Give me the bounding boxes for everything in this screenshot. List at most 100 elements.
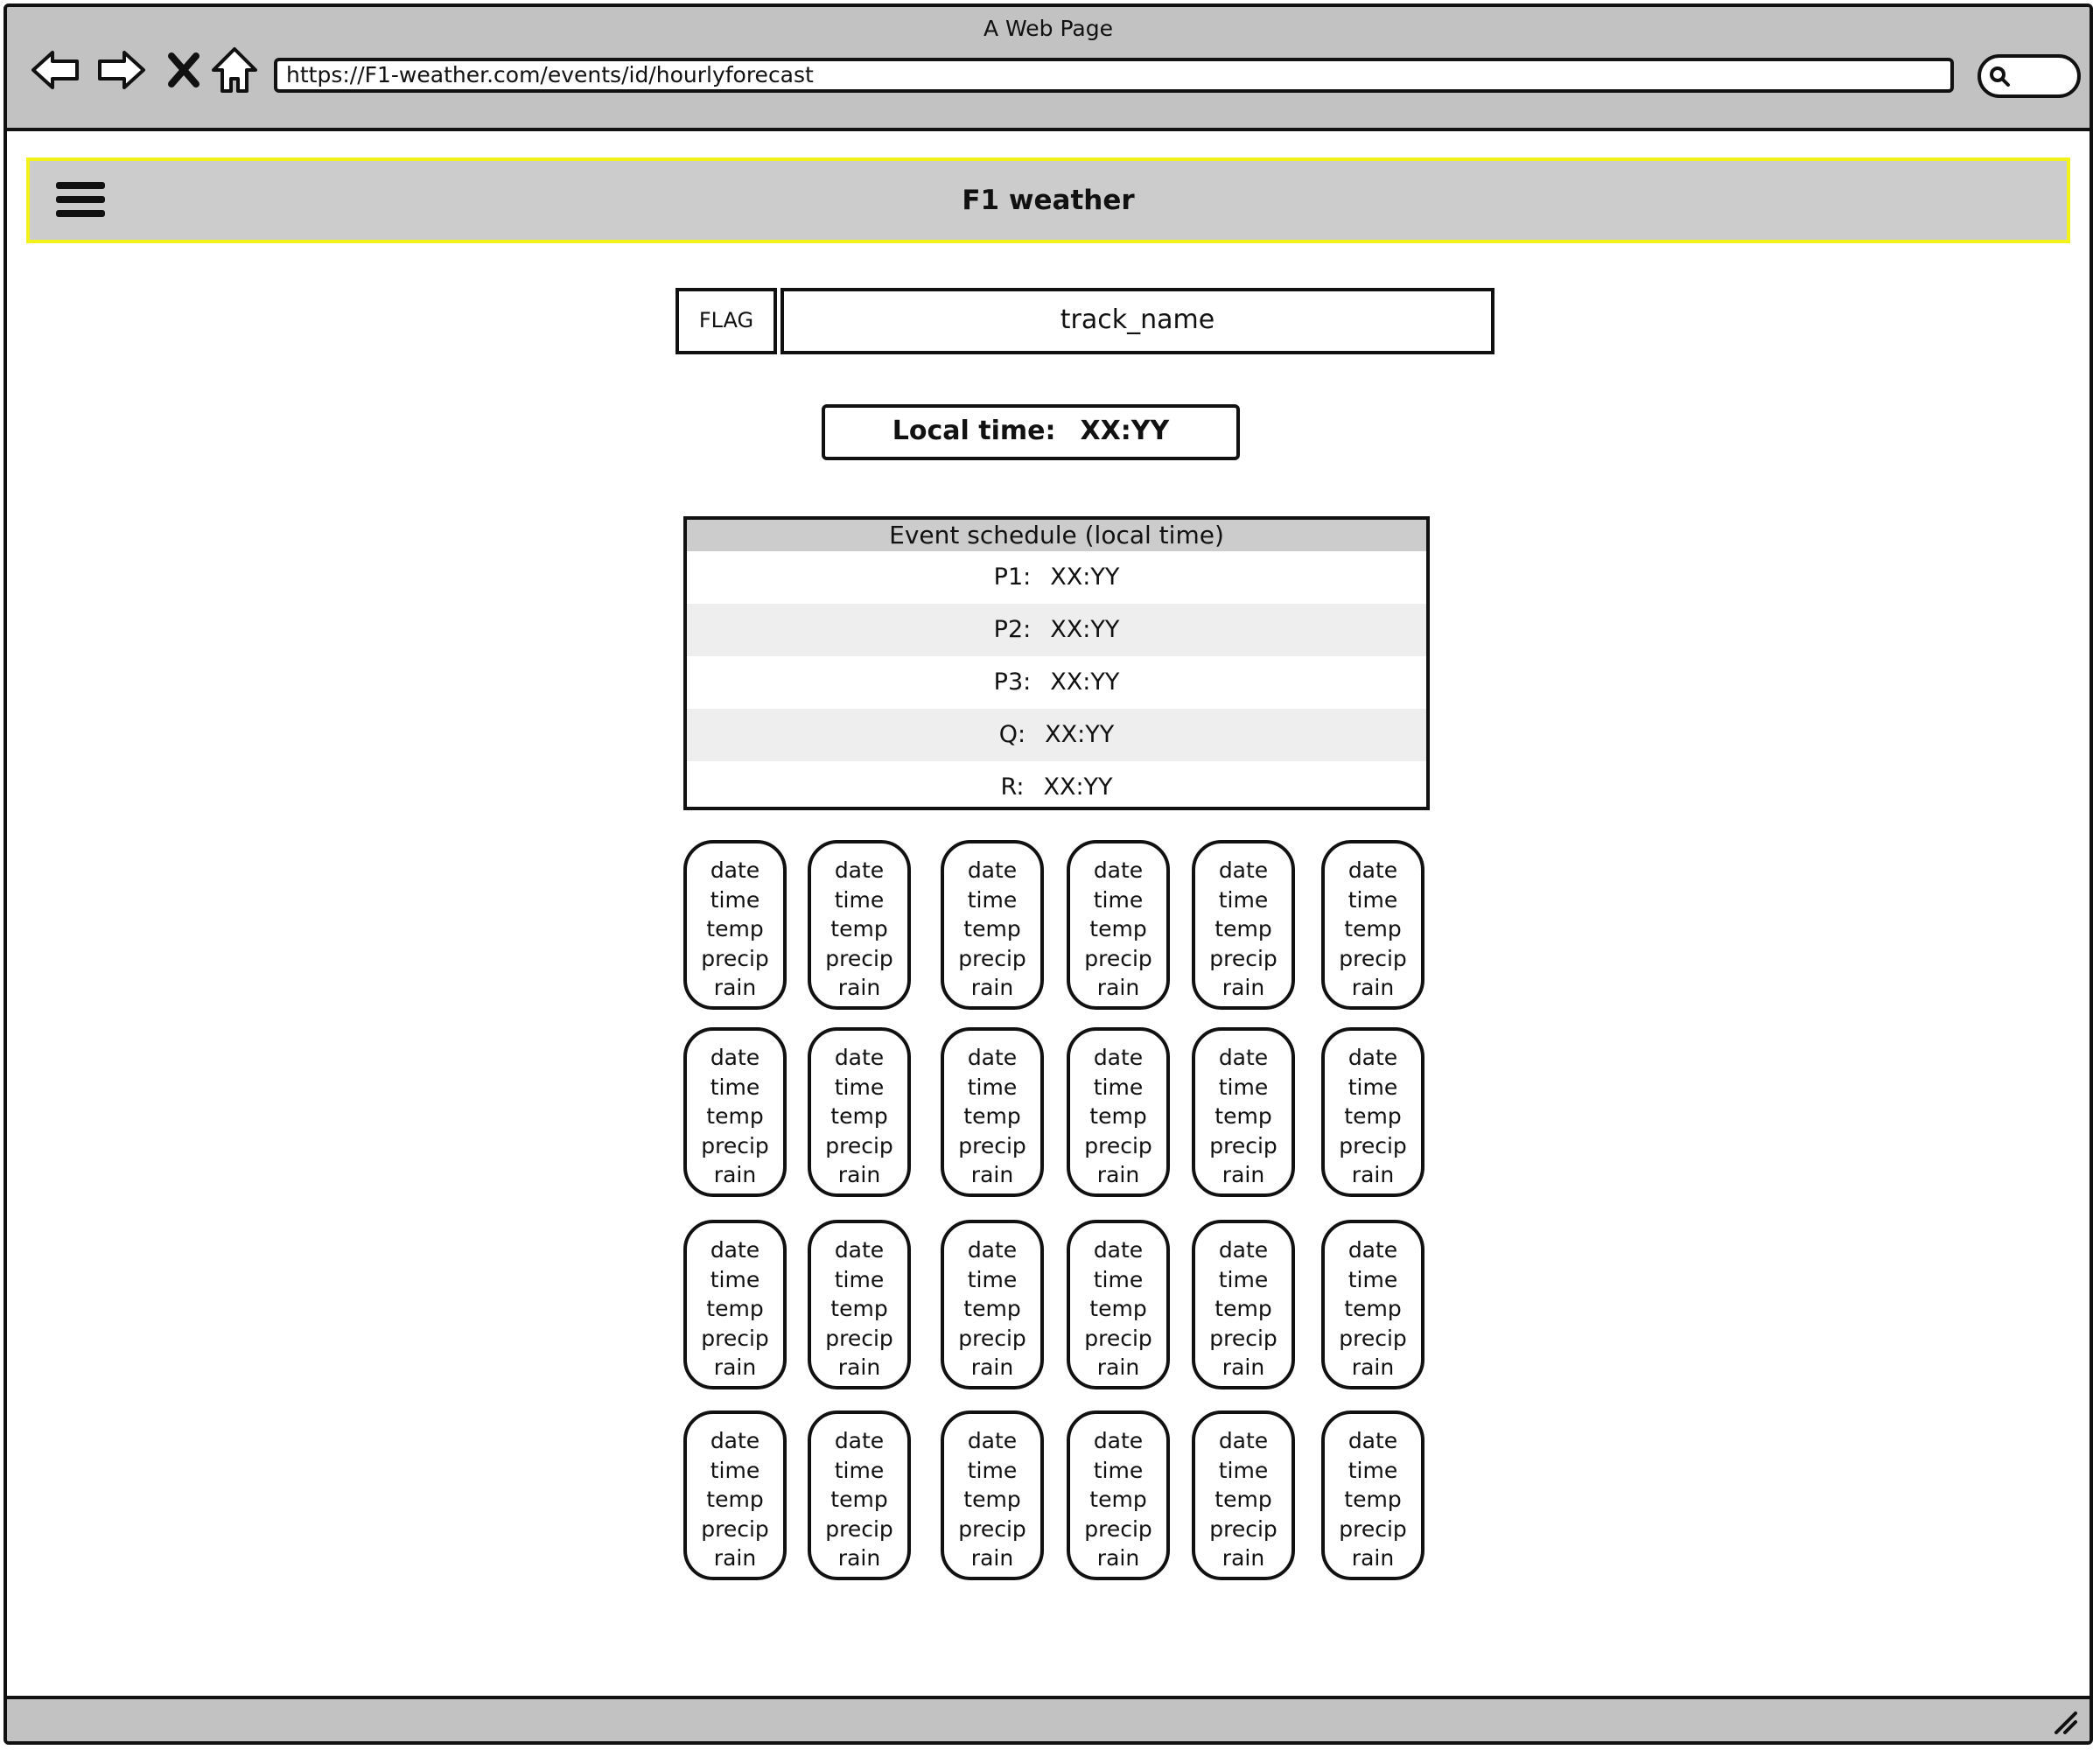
session-time: XX:YY [1043, 774, 1113, 801]
page-title: F1 weather [962, 185, 1135, 216]
forecast-card[interactable]: date time temp precip rain [1067, 1220, 1170, 1390]
forecast-field-rain: rain [837, 1162, 881, 1187]
forecast-field-date: date [967, 1428, 1018, 1453]
home-icon[interactable] [208, 44, 261, 96]
forecast-card[interactable]: date time temp precip rain [683, 840, 787, 1010]
search-icon [1990, 66, 2010, 87]
forecast-field-rain: rain [1222, 1354, 1265, 1380]
session-label: P3: [993, 668, 1032, 696]
forecast-field-time: time [710, 886, 760, 913]
forecast-field-precip: precip [825, 1132, 893, 1158]
back-arrow-icon[interactable] [30, 44, 82, 96]
forecast-field-time: time [1348, 1457, 1398, 1483]
forecast-card[interactable]: date time temp precip rain [1321, 1027, 1424, 1197]
forecast-card[interactable]: date time temp precip rain [808, 1027, 911, 1197]
session-label: P2: [993, 616, 1032, 643]
forecast-field-date: date [1218, 1237, 1269, 1263]
forecast-field-rain: rain [1222, 975, 1265, 1000]
forecast-field-time: time [834, 886, 885, 913]
forecast-card[interactable]: date time temp precip rain [941, 1410, 1044, 1580]
forecast-field-time: time [1093, 1074, 1144, 1100]
forecast-field-precip: precip [958, 1325, 1026, 1351]
forecast-field-temp: temp [1089, 916, 1147, 942]
forecast-field-date: date [1093, 1237, 1144, 1263]
forecast-field-time: time [710, 1266, 760, 1292]
forecast-field-time: time [710, 1074, 760, 1100]
forecast-card[interactable]: date time temp precip rain [1192, 840, 1295, 1010]
forecast-field-temp: temp [1214, 916, 1272, 942]
forecast-field-date: date [1218, 1428, 1269, 1453]
forecast-card[interactable]: date time temp precip rain [808, 1410, 911, 1580]
forecast-field-rain: rain [837, 975, 881, 1000]
forecast-field-temp: temp [1344, 1296, 1402, 1321]
forecast-field-temp: temp [1344, 1487, 1402, 1512]
forecast-field-rain: rain [970, 975, 1014, 1000]
forecast-card[interactable]: date time temp precip rain [1067, 840, 1170, 1010]
forecast-field-precip: precip [1084, 1132, 1152, 1158]
forecast-field-temp: temp [706, 916, 764, 942]
forecast-card[interactable]: date time temp precip rain [1192, 1220, 1295, 1390]
forecast-card[interactable]: date time temp precip rain [1321, 840, 1424, 1010]
forecast-field-precip: precip [1084, 945, 1152, 971]
forecast-field-temp: temp [706, 1487, 764, 1512]
forecast-field-precip: precip [825, 945, 893, 971]
forecast-card[interactable]: date time temp precip rain [1321, 1220, 1424, 1390]
forecast-field-precip: precip [701, 1132, 769, 1158]
forecast-field-date: date [1348, 1237, 1398, 1263]
forecast-card[interactable]: date time temp precip rain [683, 1027, 787, 1197]
forecast-field-precip: precip [701, 1325, 769, 1351]
forecast-field-date: date [967, 1237, 1018, 1263]
forecast-field-time: time [1348, 1266, 1398, 1292]
forecast-field-rain: rain [1096, 1162, 1140, 1187]
forecast-field-temp: temp [830, 1487, 888, 1512]
forecast-field-rain: rain [837, 1354, 881, 1380]
status-bar [7, 1696, 2090, 1741]
forecast-field-rain: rain [970, 1162, 1014, 1187]
forecast-card[interactable]: date time temp precip rain [1067, 1027, 1170, 1197]
forecast-field-date: date [834, 1428, 885, 1453]
forecast-field-precip: precip [825, 1325, 893, 1351]
forecast-field-temp: temp [1344, 916, 1402, 942]
forecast-field-date: date [967, 1045, 1018, 1070]
forecast-card[interactable]: date time temp precip rain [941, 1027, 1044, 1197]
forecast-field-date: date [1093, 858, 1144, 883]
forecast-field-time: time [834, 1266, 885, 1292]
event-schedule-rows: P1: XX:YY P2: XX:YY P3: XX:YY Q: XX:YY R: XX:… [687, 551, 1426, 807]
forecast-field-precip: precip [958, 945, 1026, 971]
forecast-field-rain: rain [1096, 975, 1140, 1000]
browser-window: A Web Page https://F1-weather.com/events… [4, 4, 2093, 1745]
forecast-field-rain: rain [713, 1354, 757, 1380]
forecast-card[interactable]: date time temp precip rain [1067, 1410, 1170, 1580]
forecast-field-rain: rain [713, 1162, 757, 1187]
session-time: XX:YY [1050, 616, 1120, 643]
forecast-field-time: time [1093, 886, 1144, 913]
schedule-row-p3: P3: XX:YY [687, 656, 1426, 709]
forecast-field-rain: rain [713, 1545, 757, 1571]
forecast-card[interactable]: date time temp precip rain [1321, 1410, 1424, 1580]
resize-grip-icon[interactable] [2049, 1706, 2079, 1736]
forecast-card[interactable]: date time temp precip rain [683, 1220, 787, 1390]
forecast-card[interactable]: date time temp precip rain [808, 1220, 911, 1390]
forecast-card[interactable]: date time temp precip rain [1192, 1027, 1295, 1197]
forecast-field-rain: rain [1222, 1162, 1265, 1187]
forecast-field-temp: temp [963, 916, 1021, 942]
forecast-field-precip: precip [825, 1516, 893, 1542]
forecast-card[interactable]: date time temp precip rain [808, 840, 911, 1010]
track-name: track_name [780, 288, 1494, 354]
forecast-field-temp: temp [963, 1487, 1021, 1512]
forecast-card[interactable]: date time temp precip rain [941, 840, 1044, 1010]
forecast-card[interactable]: date time temp precip rain [1192, 1410, 1295, 1580]
address-bar[interactable]: https://F1-weather.com/events/id/hourlyf… [274, 58, 1954, 93]
forecast-card[interactable]: date time temp precip rain [941, 1220, 1044, 1390]
forecast-field-time: time [967, 1266, 1018, 1292]
forecast-field-date: date [710, 1045, 760, 1070]
browser-search-button[interactable] [1978, 54, 2081, 98]
forward-arrow-icon[interactable] [94, 44, 147, 96]
forecast-field-precip: precip [701, 1516, 769, 1542]
forecast-field-rain: rain [1351, 975, 1395, 1000]
close-icon[interactable] [158, 44, 210, 96]
forecast-field-time: time [834, 1074, 885, 1100]
forecast-field-temp: temp [1089, 1103, 1147, 1129]
forecast-field-precip: precip [701, 945, 769, 971]
forecast-card[interactable]: date time temp precip rain [683, 1410, 787, 1580]
